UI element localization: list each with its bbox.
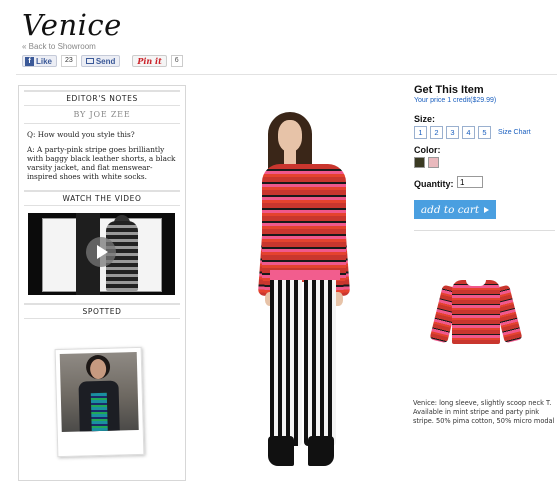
left-boot [268,436,294,466]
back-to-showroom-link[interactable]: « Back to Showroom [22,42,96,51]
striped-top [262,164,346,282]
purchase-divider [414,230,555,231]
spotted-photo [59,352,139,432]
play-icon[interactable] [86,237,116,267]
size-selector: 1 2 3 4 5 Size Chart [414,126,531,139]
product-description: Venice: long sleeve, slightly scoop neck… [413,399,555,425]
size-option[interactable]: 4 [462,126,475,139]
social-bar: f Like 23 Send Pin it 6 [22,55,183,67]
send-label: Send [95,56,116,66]
right-boot [308,436,334,466]
arrow-right-icon [484,206,490,213]
editors-sidebar: EDITOR'S NOTES BY JOE ZEE Q: How would y… [18,85,186,481]
thumb-neckline [466,280,486,286]
quantity-label: Quantity: [414,179,454,189]
pin-it-label: Pin it [137,56,162,66]
header-divider [16,74,557,75]
notes-question: Q: How would you style this? [27,130,135,139]
product-thumbnail[interactable] [429,276,523,348]
color-selector [414,157,439,168]
envelope-icon [85,58,94,64]
price-line: Your price 1 credit($29.99) [414,97,497,104]
facebook-icon: f [25,56,34,66]
thumb-body [452,280,500,344]
watch-video-heading: WATCH THE VIDEO [24,190,180,206]
pin-count: 6 [170,55,183,67]
size-option[interactable]: 2 [430,126,443,139]
spotted-heading: SPOTTED [24,303,180,319]
like-label: Like [36,56,53,66]
facebook-send-button[interactable]: Send [80,55,121,67]
video-player[interactable] [28,213,175,295]
striped-pants-left [270,280,302,446]
notes-answer: A: A party-pink stripe goes brilliantly … [27,145,176,181]
size-option[interactable]: 3 [446,126,459,139]
like-count: 23 [61,55,77,67]
editors-notes-heading: EDITOR'S NOTES [24,90,180,106]
size-option[interactable]: 1 [414,126,427,139]
add-to-cart-button[interactable]: add to cart [414,200,496,219]
editor-byline: BY JOE ZEE [24,110,180,124]
get-item-heading: Get This Item [414,84,484,96]
model-photo [200,84,405,482]
spotted-polaroid[interactable] [54,346,145,458]
color-label: Color: [414,145,441,155]
striped-pants-right [304,280,336,446]
color-swatch-pink[interactable] [428,157,439,168]
facebook-like-button[interactable]: f Like [22,55,58,67]
page-title: Venice [22,8,122,42]
spotted-shirt [90,392,108,432]
pin-it-button[interactable]: Pin it [132,55,167,67]
top-hem [270,270,340,280]
size-label: Size: [414,114,436,124]
add-to-cart-label: add to cart [420,203,480,216]
quantity-input[interactable] [457,176,483,188]
color-swatch-dark[interactable] [414,157,425,168]
size-option[interactable]: 5 [478,126,491,139]
purchase-panel: Get This Item Your price 1 credit($29.99… [414,84,555,231]
size-chart-link[interactable]: Size Chart [498,129,531,136]
